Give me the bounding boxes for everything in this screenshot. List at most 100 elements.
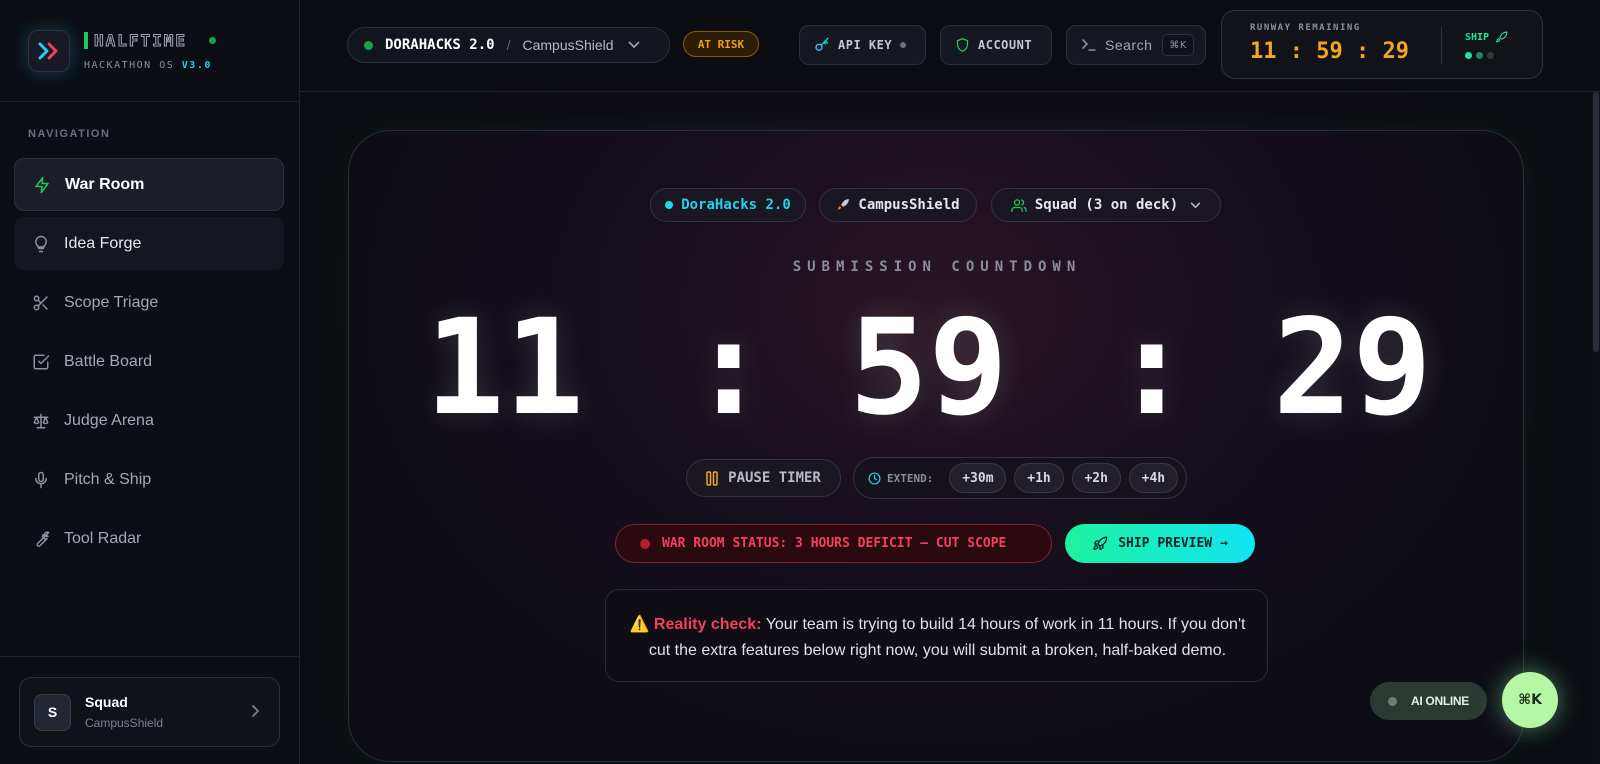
logo-icon[interactable] [28, 29, 70, 72]
rocket-icon [836, 198, 850, 212]
sidebar-item-war-room[interactable]: War Room [14, 158, 284, 211]
reality-check-heading: Reality check: [653, 616, 762, 633]
runway-widget: RUNWAY REMAINING 11 : 59 : 29 SHIP [1221, 10, 1543, 79]
sidebar-item-label: Scope Triage [64, 293, 159, 311]
sidebar-nav: War Room Idea Forge Scope Triage Battle … [14, 158, 284, 571]
alert-dot [640, 538, 650, 549]
ai-status-pill[interactable]: AI ONLINE [1370, 682, 1487, 720]
pause-timer-button[interactable]: PAUSE TIMER [686, 459, 841, 497]
hackathon-name: DORAHACKS 2.0 [385, 37, 495, 53]
pause-icon [706, 470, 718, 486]
wrench-icon [32, 530, 50, 548]
ship-preview-button[interactable]: SHIP PREVIEW → [1065, 524, 1255, 563]
brand-title: HALFTIME [93, 30, 188, 50]
clock-icon [868, 471, 881, 485]
rocket-icon [1495, 31, 1508, 44]
api-key-button[interactable]: API KEY [799, 25, 926, 65]
bolt-icon [33, 176, 51, 194]
hackathon-chip[interactable]: DoraHacks 2.0 [650, 188, 806, 222]
countdown-hours: 11 [425, 291, 584, 445]
sidebar-item-label: Tool Radar [64, 529, 142, 547]
warning-icon: ⚠️ [629, 616, 650, 633]
squad-switcher[interactable]: S Squad CampusShield [19, 677, 280, 747]
extend-4h-button[interactable]: +4h [1128, 463, 1178, 493]
checkbox-icon [32, 353, 50, 371]
extend-1h-button[interactable]: +1h [1014, 463, 1064, 493]
sidebar-item-tool-radar[interactable]: Tool Radar [14, 512, 284, 565]
api-status-dot [900, 42, 907, 48]
countdown-separator: : [689, 291, 769, 445]
brand-subtitle: HACKATHON OS V3.0 [84, 59, 212, 71]
account-label: ACCOUNT [978, 38, 1033, 52]
shield-icon [955, 37, 970, 53]
scrollbar-thumb[interactable] [1593, 92, 1599, 352]
sidebar-item-label: Idea Forge [64, 234, 142, 252]
status-dot [209, 36, 217, 44]
squad-project: CampusShield [85, 716, 164, 730]
sidebar-item-battle-board[interactable]: Battle Board [14, 335, 284, 388]
scrollbar[interactable] [1592, 92, 1600, 764]
squad-dropdown[interactable]: Squad (3 on deck) [991, 188, 1221, 222]
extend-30m-button[interactable]: +30m [949, 463, 1007, 493]
topbar: DORAHACKS 2.0 / CampusShield AT RISK API… [300, 0, 1600, 92]
divider [1441, 27, 1442, 64]
countdown-separator: : [1112, 291, 1192, 445]
sidebar-item-pitch-ship[interactable]: Pitch & Ship [14, 453, 284, 506]
sidebar-item-judge-arena[interactable]: Judge Arena [14, 394, 284, 447]
search-shortcut: ⌘K [1162, 34, 1194, 56]
status-dot [364, 40, 373, 50]
sidebar-item-label: War Room [65, 175, 145, 193]
extend-label: EXTEND: [868, 472, 933, 485]
war-room-status-alert: WAR ROOM STATUS: 3 HOURS DEFICIT — CUT S… [615, 524, 1052, 563]
sidebar-item-label: Judge Arena [64, 411, 154, 429]
brand-accent-bar [84, 31, 88, 49]
search-label: Search [1105, 37, 1153, 53]
status-dot [1388, 696, 1397, 706]
lightbulb-icon [32, 235, 50, 253]
nav-heading: NAVIGATION [28, 128, 111, 140]
risk-badge: AT RISK [683, 31, 759, 57]
command-palette-button[interactable]: ⌘K [1502, 672, 1558, 728]
brand-version: V3.0 [181, 59, 212, 71]
scale-icon [32, 412, 50, 430]
breadcrumb-separator: / [506, 37, 511, 53]
extend-timer-group: EXTEND: +30m +1h +2h +4h [853, 457, 1187, 499]
avatar: S [34, 693, 71, 731]
countdown-minutes: 59 [849, 291, 1008, 445]
war-room-hero: DoraHacks 2.0 CampusShield Squad (3 on d… [348, 130, 1524, 762]
runway-time: 11 : 59 : 29 [1250, 39, 1409, 64]
ship-progress-dots [1465, 52, 1498, 59]
chevron-right-icon [251, 702, 261, 723]
scissors-icon [32, 294, 50, 312]
terminal-icon [1081, 38, 1097, 52]
context-switcher[interactable]: DORAHACKS 2.0 / CampusShield [347, 27, 670, 63]
countdown-seconds: 29 [1273, 291, 1432, 445]
squad-name: Squad [85, 694, 128, 710]
project-chip[interactable]: CampusShield [819, 188, 977, 222]
status-dot [665, 201, 674, 209]
countdown-timer: 11 : 59 : 29 [349, 291, 1525, 445]
ship-status: SHIP [1465, 31, 1508, 44]
sidebar-item-label: Battle Board [64, 352, 153, 370]
sidebar: HALFTIME HACKATHON OS V3.0 NAVIGATION Wa… [0, 0, 300, 764]
extend-2h-button[interactable]: +2h [1071, 463, 1121, 493]
countdown-label: SUBMISSION COUNTDOWN [792, 259, 1082, 275]
main-content: DoraHacks 2.0 CampusShield Squad (3 on d… [300, 92, 1600, 764]
project-name: CampusShield [522, 37, 614, 53]
key-icon [814, 37, 830, 53]
account-button[interactable]: ACCOUNT [940, 25, 1052, 65]
sidebar-item-idea-forge[interactable]: Idea Forge [14, 217, 284, 270]
sidebar-item-scope-triage[interactable]: Scope Triage [14, 276, 284, 329]
sidebar-item-label: Pitch & Ship [64, 470, 152, 488]
chevron-down-icon [628, 36, 640, 54]
rocket-icon [1092, 536, 1108, 552]
api-key-label: API KEY [838, 38, 893, 52]
search-button[interactable]: Search ⌘K [1066, 25, 1206, 65]
microphone-icon [32, 471, 50, 489]
brand-header: HALFTIME HACKATHON OS V3.0 [0, 0, 299, 102]
chevron-down-icon [1190, 202, 1201, 209]
reality-check-banner: ⚠️ Reality check: Your team is trying to… [605, 589, 1268, 682]
runway-label: RUNWAY REMAINING [1250, 23, 1361, 33]
users-icon [1011, 198, 1027, 212]
sidebar-footer: S Squad CampusShield [0, 656, 300, 764]
